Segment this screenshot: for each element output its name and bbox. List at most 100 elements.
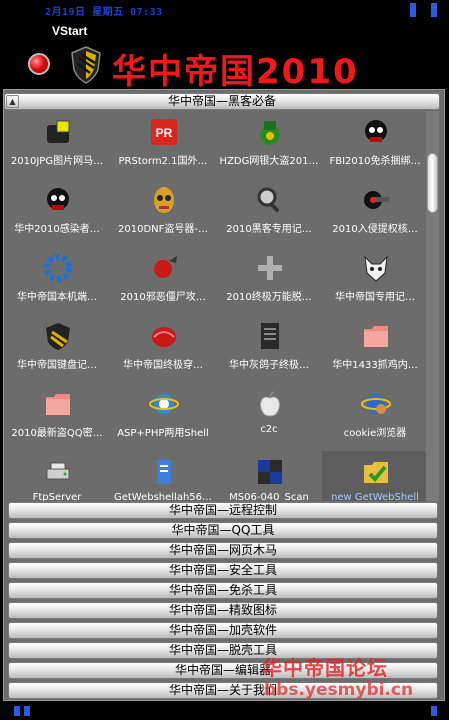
group-header[interactable]: 华中帝国—精致图标 [8,602,438,619]
launcher-item-label: 华中1433抓鸡内… [332,360,418,371]
launcher-item-label: cookie浏览器 [343,428,407,439]
launcher-item[interactable]: 2010最新盗QQ密… [4,383,110,457]
launcher-item-label: 2010JPG图片网马… [10,156,104,167]
launcher-item-label: MS06-040_Scan [229,492,309,501]
launcher-item[interactable]: 华中1433抓鸡内… [322,315,426,389]
launcher-item-label: ASP+PHP两用Shell [117,428,209,439]
launcher-item[interactable]: FtpServer [4,451,110,501]
launcher-item-label: HZDG网银大盗201… [219,156,319,167]
chevron-up-icon[interactable]: ▲ [6,95,19,108]
ftp-server-icon [46,462,70,480]
launcher-item[interactable]: 华中帝国终极穿… [110,315,216,389]
group-header[interactable]: 华中帝国—安全工具 [8,562,438,579]
scroll-thumb[interactable] [427,153,438,213]
red-orb-button[interactable] [28,53,50,75]
launcher-item[interactable]: 华中灰鸽子终极… [216,315,322,389]
shield-logo-icon [71,46,101,84]
launcher-item[interactable]: PR PRStorm2.1国外… [110,111,216,185]
group-header-label: 华中帝国—免杀工具 [168,583,277,597]
launcher-item-label: PRStorm2.1国外… [118,156,208,167]
pr-storm-icon: PR [151,119,177,145]
launcher-item[interactable]: MS06-040_Scan [216,451,322,501]
launcher-item[interactable]: 华中2010感染者… [4,179,110,253]
launcher-item-label: 华中灰鸽子终极… [229,360,309,371]
group-header-label: 华中帝国—网页木马 [168,543,277,557]
launcher-item-label: 2010最新盗QQ密… [11,428,103,439]
cross-unpacker-icon [258,256,282,280]
ie-browser-icon [149,394,179,414]
launcher-item-label: FtpServer [32,492,82,501]
folder-icon [46,394,70,415]
scan-blocks-icon [258,460,282,484]
magnifier-recorder-icon [257,187,280,213]
launcher-item[interactable]: GetWebshellah56… [110,451,216,501]
ie-cookie-icon [361,394,391,414]
group-header[interactable]: 华中帝国—QQ工具 [8,522,438,539]
folder-icon [364,326,388,347]
group-header-label: 华中帝国—QQ工具 [171,523,275,537]
launcher-item-label: 2010入侵提权核… [332,224,418,235]
group-header[interactable]: 华中帝国—网页木马 [8,542,438,559]
scrollbar[interactable] [426,111,439,501]
red-shell-icon [152,327,176,347]
launcher-item-label: FBI2010免杀捆绑… [329,156,421,167]
launcher-item-label: 2010邪恶僵尸攻… [120,292,206,303]
webshell-scroll-icon [157,460,171,484]
launcher-item[interactable]: 华中帝国专用记… [322,247,426,321]
group-header-hacker-tools[interactable]: ▲ 华中帝国—黑客必备 [4,93,440,110]
datetime-display: 2月19日 星期五 07:33 [45,7,163,18]
group-header[interactable]: 华中帝国—加壳软件 [8,622,438,639]
watermark-forum-name: 华中帝国论坛 [262,656,388,680]
bottom-strip [0,703,449,720]
bottom-corner-mark-left-2 [24,706,30,716]
launcher-item-label: 华中帝国键盘记… [17,360,97,371]
window-control-left[interactable] [410,3,416,17]
launcher-item-label: 华中帝国本机端… [17,292,97,303]
launcher-item-label: GetWebshellah56… [113,492,213,501]
launcher-item-label: 2010DNF盗号器-… [118,224,208,235]
group-header[interactable]: 华中帝国—远程控制 [8,502,438,519]
bottom-corner-mark-left [14,706,20,716]
mask-stealer-icon [154,187,174,213]
launcher-item[interactable]: cookie浏览器 [322,383,426,457]
bank-thief-icon [260,121,280,145]
launcher-item-label: 华中2010感染者… [14,224,100,235]
vstart-label: VStart [52,24,88,38]
group-header-label: 华中帝国—脱壳工具 [168,643,277,657]
gear-icon [44,254,72,282]
watermark-url: bbs.yesmybi.cn [264,680,414,700]
launcher-item[interactable]: 2010入侵提权核… [322,179,426,253]
zombie-attack-icon [154,256,177,278]
launcher-item[interactable]: HZDG网银大盗201… [216,111,322,185]
group-header-label: 华中帝国—黑客必备 [167,94,276,108]
group-header-label: 华中帝国—关于我们 [168,683,277,697]
launcher-item[interactable]: 2010JPG图片网马… [4,111,110,185]
group-header-label: 华中帝国—精致图标 [168,603,277,617]
top-bar: 2月19日 星期五 07:33 VStart 华中帝国2010 [0,0,449,92]
bottom-corner-mark-right [431,706,437,716]
launcher-item[interactable]: 华中帝国本机端… [4,247,110,321]
skull-infector-icon [47,188,69,210]
shield-keylogger-icon [46,323,70,350]
group-header[interactable]: 华中帝国—免杀工具 [8,582,438,599]
launcher-item[interactable]: FBI2010免杀捆绑… [322,111,426,185]
launcher-item[interactable]: ASP+PHP两用Shell [110,383,216,457]
launcher-item-label: 华中帝国终极穿… [123,360,203,371]
launcher-item[interactable]: 2010终极万能脱… [216,247,322,321]
folder-check-icon [364,462,388,483]
group-header-label: 华中帝国—编辑器 [174,663,271,677]
fox-logo-icon [364,255,388,282]
apple-icon [260,391,280,417]
group-header-label: 华中帝国—安全工具 [168,563,277,577]
group-header-label: 华中帝国—加壳软件 [168,623,277,637]
launcher-item[interactable]: new GetWebShell [322,451,426,501]
icon-grid: 2010JPG图片网马… PR PRStorm2.1国外… HZDG网银大盗201… F… [4,111,426,501]
launcher-item[interactable]: 2010DNF盗号器-… [110,179,216,253]
text-file-icon [261,323,279,349]
launcher-item[interactable]: 2010黑客专用记… [216,179,322,253]
launcher-item[interactable]: 华中帝国键盘记… [4,315,110,389]
window-control-right[interactable] [431,3,437,17]
launcher-item-label: 2010黑客专用记… [226,224,312,235]
launcher-item[interactable]: c2c [216,383,322,457]
launcher-item[interactable]: 2010邪恶僵尸攻… [110,247,216,321]
